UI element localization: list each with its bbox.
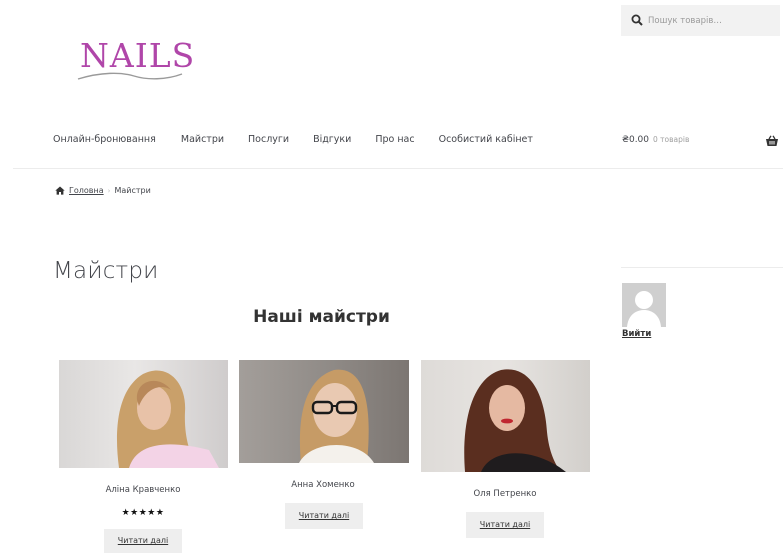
breadcrumb-separator: › xyxy=(107,186,111,195)
site-logo[interactable]: NAILS xyxy=(76,36,194,86)
breadcrumb-current: Майстри xyxy=(114,186,151,195)
nav-item-about[interactable]: Про нас xyxy=(375,134,414,145)
portrait-image xyxy=(116,370,219,468)
portrait-image xyxy=(464,369,566,472)
read-more-button[interactable]: Читати далі xyxy=(285,503,363,529)
nav-item-booking[interactable]: Онлайн-бронювання xyxy=(53,134,156,145)
nav-item-services[interactable]: Послуги xyxy=(248,134,289,145)
search-box[interactable] xyxy=(621,5,780,36)
page-title: Майстри xyxy=(53,258,159,284)
nav-item-reviews[interactable]: Відгуки xyxy=(313,134,351,145)
breadcrumb-home-link[interactable]: Головна xyxy=(69,186,104,195)
header-divider xyxy=(13,168,783,169)
master-photo-alina[interactable] xyxy=(59,360,228,468)
nav-item-account[interactable]: Особистий кабінет xyxy=(439,134,533,145)
breadcrumb: Головна › Майстри xyxy=(55,186,151,195)
cart-total: ₴0.00 xyxy=(622,135,650,145)
nav-item-masters[interactable]: Майстри xyxy=(181,134,224,145)
cart-summary[interactable]: ₴0.00 0 товарів xyxy=(622,135,689,145)
master-name: Аліна Кравченко xyxy=(105,485,181,495)
user-avatar-icon xyxy=(622,283,666,327)
master-photo-olya[interactable] xyxy=(421,360,590,472)
master-name: Анна Хоменко xyxy=(291,480,355,490)
section-title: Наші майстри xyxy=(253,307,390,327)
portrait-image xyxy=(299,369,374,463)
rating-stars: ★★★★★ xyxy=(121,508,165,518)
logo-swoosh xyxy=(77,72,183,80)
master-name: Оля Петренко xyxy=(473,489,537,499)
search-icon xyxy=(631,14,643,26)
cart-count: 0 товарів xyxy=(653,135,690,144)
read-more-button[interactable]: Читати далі xyxy=(466,512,544,538)
basket-icon[interactable] xyxy=(765,135,779,147)
search-input[interactable] xyxy=(648,11,776,31)
home-icon xyxy=(55,186,65,195)
main-nav: Онлайн-бронювання Майстри Послуги Відгук… xyxy=(53,134,557,145)
sidebar-divider xyxy=(621,267,783,268)
logout-link[interactable]: Вийти xyxy=(622,329,651,339)
read-more-button[interactable]: Читати далі xyxy=(104,529,182,553)
master-photo-anna[interactable] xyxy=(239,360,409,463)
